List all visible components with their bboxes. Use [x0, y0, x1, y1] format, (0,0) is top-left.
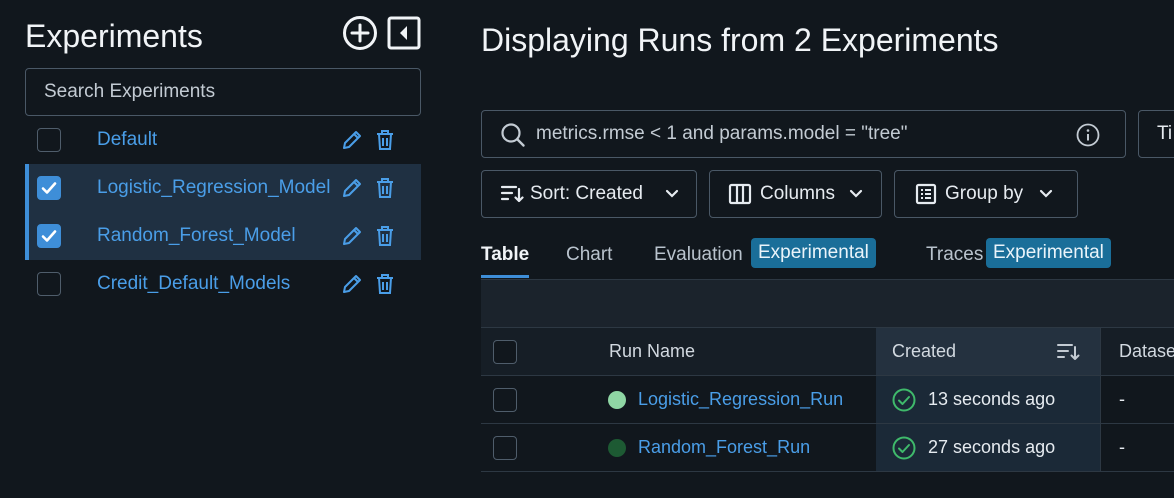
- run-name-header-label: Run Name: [609, 341, 696, 361]
- pencil-icon[interactable]: [341, 177, 363, 199]
- check-icon: [41, 182, 57, 194]
- plus-circle-icon: [343, 16, 377, 50]
- trash-icon[interactable]: [375, 177, 395, 199]
- experiment-link[interactable]: Random_Forest_Model: [97, 225, 296, 247]
- experiment-link[interactable]: Logistic_Regression_Model: [97, 177, 330, 199]
- experiment-link[interactable]: Credit_Default_Models: [97, 273, 290, 295]
- runs-table: Run Name Created Datase Logistic_Regress…: [481, 328, 1174, 472]
- sort-icon: [500, 185, 524, 203]
- page-title: Displaying Runs from 2 Experiments: [481, 22, 999, 58]
- run-filter-input[interactable]: metrics.rmse < 1 and params.model = "tre…: [481, 110, 1126, 158]
- chevron-down-icon: [1040, 189, 1053, 198]
- column-header-run-name[interactable]: Run Name: [593, 328, 875, 375]
- collapse-left-icon: [387, 16, 421, 50]
- pencil-icon[interactable]: [341, 129, 363, 151]
- runs-panel: Displaying Runs from 2 Experiments metri…: [481, 0, 1174, 498]
- trash-icon[interactable]: [375, 273, 395, 295]
- table-toolbar: [481, 279, 1174, 328]
- info-icon[interactable]: [1076, 123, 1100, 147]
- sort-descending-icon: [1057, 343, 1080, 360]
- filter-query-text: metrics.rmse < 1 and params.model = "tre…: [536, 123, 908, 144]
- run-color-dot[interactable]: [608, 390, 626, 409]
- sort-button[interactable]: Sort: Created: [481, 170, 697, 218]
- check-circle-icon: [892, 436, 916, 459]
- columns-button[interactable]: Columns: [709, 170, 882, 218]
- experiment-row[interactable]: Credit_Default_Models: [25, 260, 421, 308]
- group-by-button[interactable]: Group by: [894, 170, 1078, 218]
- created-header-label: Created: [892, 341, 957, 361]
- experimental-badge: Experimental: [986, 238, 1111, 268]
- dataset-header-label: Datase: [1119, 341, 1174, 361]
- trash-icon[interactable]: [375, 129, 395, 151]
- tab-chart[interactable]: Chart: [566, 240, 612, 278]
- run-name-cell: Logistic_Regression_Run: [593, 376, 875, 423]
- sort-label: Sort: Created: [530, 183, 643, 204]
- pencil-icon[interactable]: [341, 273, 363, 295]
- tab-traces-label: Traces: [926, 244, 984, 265]
- tab-evaluation[interactable]: Evaluation: [654, 240, 743, 278]
- sidebar-title: Experiments: [25, 18, 203, 54]
- column-header-created[interactable]: Created: [876, 328, 1100, 375]
- experiment-checkbox[interactable]: [37, 128, 61, 152]
- experiment-row[interactable]: Random_Forest_Model: [25, 212, 421, 260]
- experimental-badge: Experimental: [751, 238, 876, 268]
- created-cell: 13 seconds ago: [876, 376, 1100, 423]
- tab-table[interactable]: Table: [481, 240, 530, 278]
- created-time: 27 seconds ago: [928, 437, 1056, 457]
- row-checkbox[interactable]: [493, 387, 517, 412]
- search-icon: [501, 123, 525, 147]
- create-experiment-button[interactable]: [342, 15, 378, 51]
- experiment-checkbox[interactable]: [37, 272, 61, 296]
- run-link[interactable]: Random_Forest_Run: [638, 437, 810, 458]
- row-checkbox[interactable]: [493, 435, 517, 460]
- time-filter-button[interactable]: Ti: [1138, 110, 1174, 158]
- search-experiments-input[interactable]: [25, 68, 421, 116]
- created-cell: 27 seconds ago: [876, 424, 1100, 471]
- columns-icon: [728, 183, 752, 205]
- row-select-cell: [481, 424, 529, 471]
- chevron-down-icon: [849, 189, 863, 198]
- dataset-cell: -: [1100, 424, 1174, 471]
- check-icon: [41, 230, 57, 242]
- experiment-checkbox[interactable]: [37, 224, 61, 248]
- row-select-cell: [481, 376, 529, 423]
- created-time: 13 seconds ago: [928, 389, 1056, 409]
- tab-traces[interactable]: Traces: [926, 240, 983, 278]
- select-all-cell: [481, 328, 529, 375]
- list-icon: [915, 183, 937, 205]
- table-row[interactable]: Logistic_Regression_Run 13 seconds ago -: [481, 376, 1174, 424]
- dataset-cell: -: [1100, 376, 1174, 423]
- run-color-dot[interactable]: [608, 438, 626, 457]
- experiment-row[interactable]: Default: [25, 116, 421, 164]
- dataset-value: -: [1119, 389, 1125, 409]
- column-header-dataset[interactable]: Datase: [1100, 328, 1174, 375]
- table-row[interactable]: Random_Forest_Run 27 seconds ago -: [481, 424, 1174, 472]
- pencil-icon[interactable]: [341, 225, 363, 247]
- trash-icon[interactable]: [375, 225, 395, 247]
- chevron-down-icon: [665, 189, 679, 198]
- select-all-checkbox[interactable]: [493, 339, 517, 364]
- experiment-list: Default Logistic_Regression_Model Random…: [25, 116, 421, 308]
- dataset-value: -: [1119, 437, 1125, 457]
- experiment-checkbox[interactable]: [37, 176, 61, 200]
- run-link[interactable]: Logistic_Regression_Run: [638, 389, 843, 410]
- experiment-row[interactable]: Logistic_Regression_Model: [25, 164, 421, 212]
- run-name-cell: Random_Forest_Run: [593, 424, 875, 471]
- experiment-link[interactable]: Default: [97, 129, 157, 151]
- group-by-label: Group by: [945, 183, 1024, 204]
- experiments-sidebar: Experiments Default Logistic_Regression_…: [0, 0, 440, 498]
- columns-label: Columns: [760, 183, 835, 204]
- table-header-row: Run Name Created Datase: [481, 328, 1174, 376]
- check-circle-icon: [892, 388, 916, 411]
- collapse-sidebar-button[interactable]: [386, 15, 422, 51]
- tab-evaluation-label: Evaluation: [654, 244, 743, 265]
